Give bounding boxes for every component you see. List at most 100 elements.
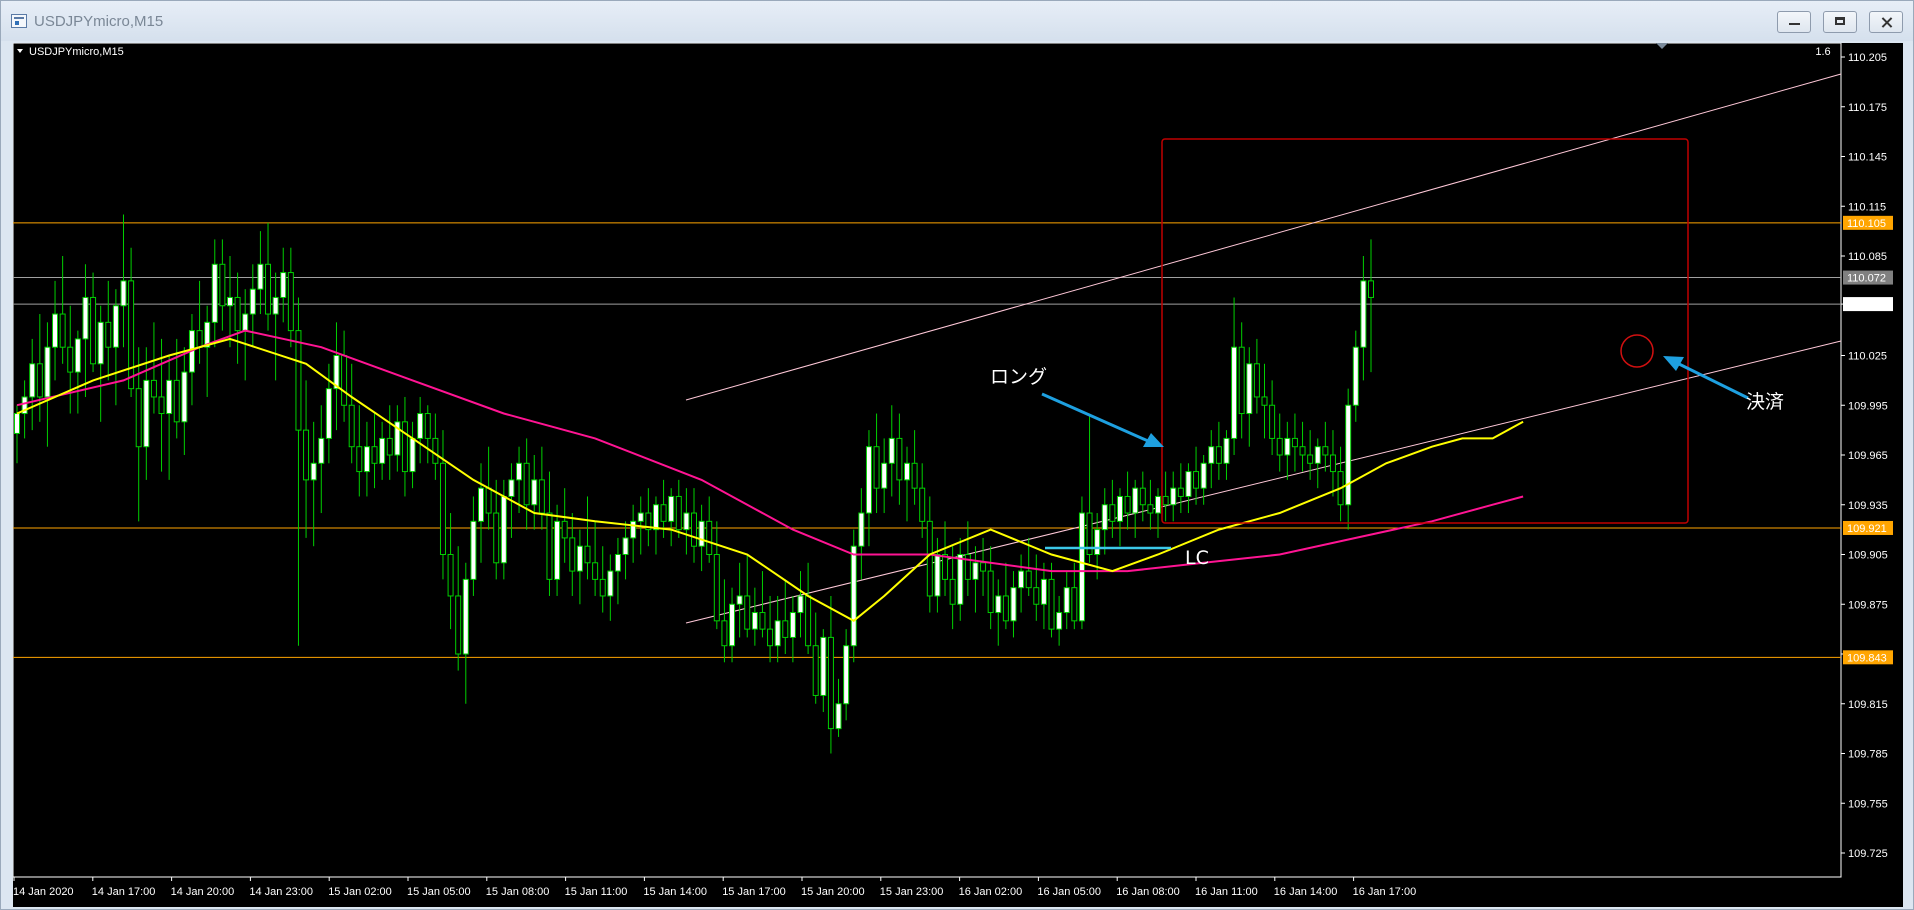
time-tick-label: 16 Jan 17:00	[1353, 886, 1417, 898]
candle-body	[1132, 487, 1139, 514]
candle-body	[478, 487, 485, 522]
candle-body	[249, 288, 256, 315]
candle-body	[1314, 446, 1321, 464]
candle-body	[516, 462, 523, 481]
candle-body	[903, 462, 910, 481]
candle-body	[729, 603, 736, 647]
candle-body	[1276, 437, 1283, 456]
time-tick-label: 14 Jan 20:00	[171, 886, 235, 898]
candle-body	[1261, 396, 1268, 406]
candle-body	[934, 554, 941, 597]
candle-body	[1147, 504, 1154, 514]
candle-body	[1193, 471, 1200, 489]
candle-body	[592, 562, 599, 580]
candle-body	[835, 703, 842, 730]
collapse-triangle-icon[interactable]	[17, 49, 23, 53]
title-bar[interactable]: USDJPYmicro,M15	[1, 1, 1913, 41]
candle-body	[1101, 504, 1108, 531]
candle-body	[675, 495, 682, 531]
candle-body	[120, 280, 127, 307]
candle-body	[356, 446, 363, 473]
candle-body	[713, 554, 720, 622]
candle-body	[1124, 495, 1131, 514]
candle-body	[310, 462, 317, 481]
candle-body	[888, 437, 895, 464]
price-axis: 110.205 110.175 110.145 110.115 110.085 110.0…	[1841, 52, 1893, 860]
candle-body	[1329, 454, 1336, 473]
price-tick-label: 110.085	[1848, 251, 1887, 263]
candle-body	[926, 520, 933, 597]
price-tick-label: 109.725	[1848, 848, 1888, 860]
candle-body	[242, 313, 249, 332]
price-tick-label: 110.175	[1848, 102, 1887, 114]
time-tick-label: 14 Jan 2020	[13, 886, 74, 898]
candle-body	[1215, 446, 1222, 464]
maximize-button[interactable]	[1823, 11, 1857, 33]
app-window: USDJPYmicro,M15 USDJPYmicro,M15 1.6 ロング決…	[0, 0, 1914, 910]
candle-body	[1177, 487, 1184, 497]
candle-body	[774, 620, 781, 647]
candle-body	[1299, 446, 1306, 456]
exit-label: 決済	[1746, 391, 1784, 413]
price-tick-label: 109.905	[1848, 550, 1888, 562]
candle-body	[150, 379, 157, 398]
candle-body	[1238, 346, 1245, 415]
candle-body	[379, 437, 386, 464]
candle-body	[386, 437, 393, 456]
candle-body	[865, 446, 872, 514]
candle-body	[1269, 404, 1276, 439]
candle-body	[599, 578, 606, 597]
candle-body	[683, 512, 690, 531]
candle-body	[736, 595, 743, 605]
channel-lower-line	[685, 340, 1842, 624]
time-tick-label: 15 Jan 20:00	[801, 886, 865, 898]
candle-body	[1352, 346, 1359, 406]
price-tag-label: 110.105	[1847, 218, 1886, 230]
candle-body	[637, 512, 644, 522]
ma-slow-line	[16, 329, 1524, 573]
candle-body	[911, 462, 918, 489]
time-axis: 14 Jan 2020 14 Jan 17:00 14 Jan 20:00 14 Ja…	[13, 877, 1416, 898]
candle-body	[584, 545, 591, 564]
candle-body	[409, 437, 416, 473]
price-tag-label: 110.072	[1847, 273, 1886, 285]
price-tick-label: 110.115	[1848, 201, 1886, 213]
candle-body	[485, 487, 492, 514]
candle-body	[1208, 446, 1215, 464]
time-tick-label: 16 Jan 08:00	[1116, 886, 1180, 898]
candle-body	[569, 537, 576, 572]
candle-body	[805, 595, 812, 647]
candle-body	[1010, 587, 1017, 622]
candle-body	[1223, 437, 1230, 464]
candle-body	[546, 512, 553, 580]
minimize-button[interactable]	[1777, 11, 1811, 33]
candle-body	[1291, 437, 1298, 448]
candle-body	[812, 645, 819, 696]
plot-border	[13, 43, 1842, 878]
close-button[interactable]	[1869, 11, 1903, 33]
candle-body	[280, 272, 287, 298]
candle-body	[1360, 280, 1367, 348]
candle-body	[782, 620, 789, 638]
chart-area[interactable]: USDJPYmicro,M15 1.6 ロング 決済 LC 110.205 110.1…	[13, 43, 1903, 907]
candle-body	[706, 520, 713, 556]
time-tick-label: 16 Jan 02:00	[959, 886, 1023, 898]
price-tick-label: 109.755	[1848, 798, 1888, 810]
price-tick-label: 109.785	[1848, 749, 1888, 761]
scroll-marker-icon[interactable]	[1656, 43, 1668, 49]
price-chart[interactable]: USDJPYmicro,M15 1.6 ロング決済 LC 110.205 110.1…	[13, 43, 1903, 907]
candle-body	[1002, 595, 1009, 622]
candle-body	[881, 462, 888, 489]
candle-body	[523, 462, 530, 506]
candle-body	[500, 495, 507, 564]
candle-body	[226, 296, 233, 307]
candle-body	[1155, 495, 1162, 514]
candle-body	[455, 595, 462, 655]
candle-body	[272, 296, 279, 315]
candle-body	[949, 578, 956, 605]
candle-body	[957, 554, 964, 605]
candle-body	[789, 612, 796, 638]
scale-label: 1.6	[1815, 46, 1830, 58]
long-arrow-line	[1041, 392, 1149, 443]
candle-body	[128, 280, 135, 390]
